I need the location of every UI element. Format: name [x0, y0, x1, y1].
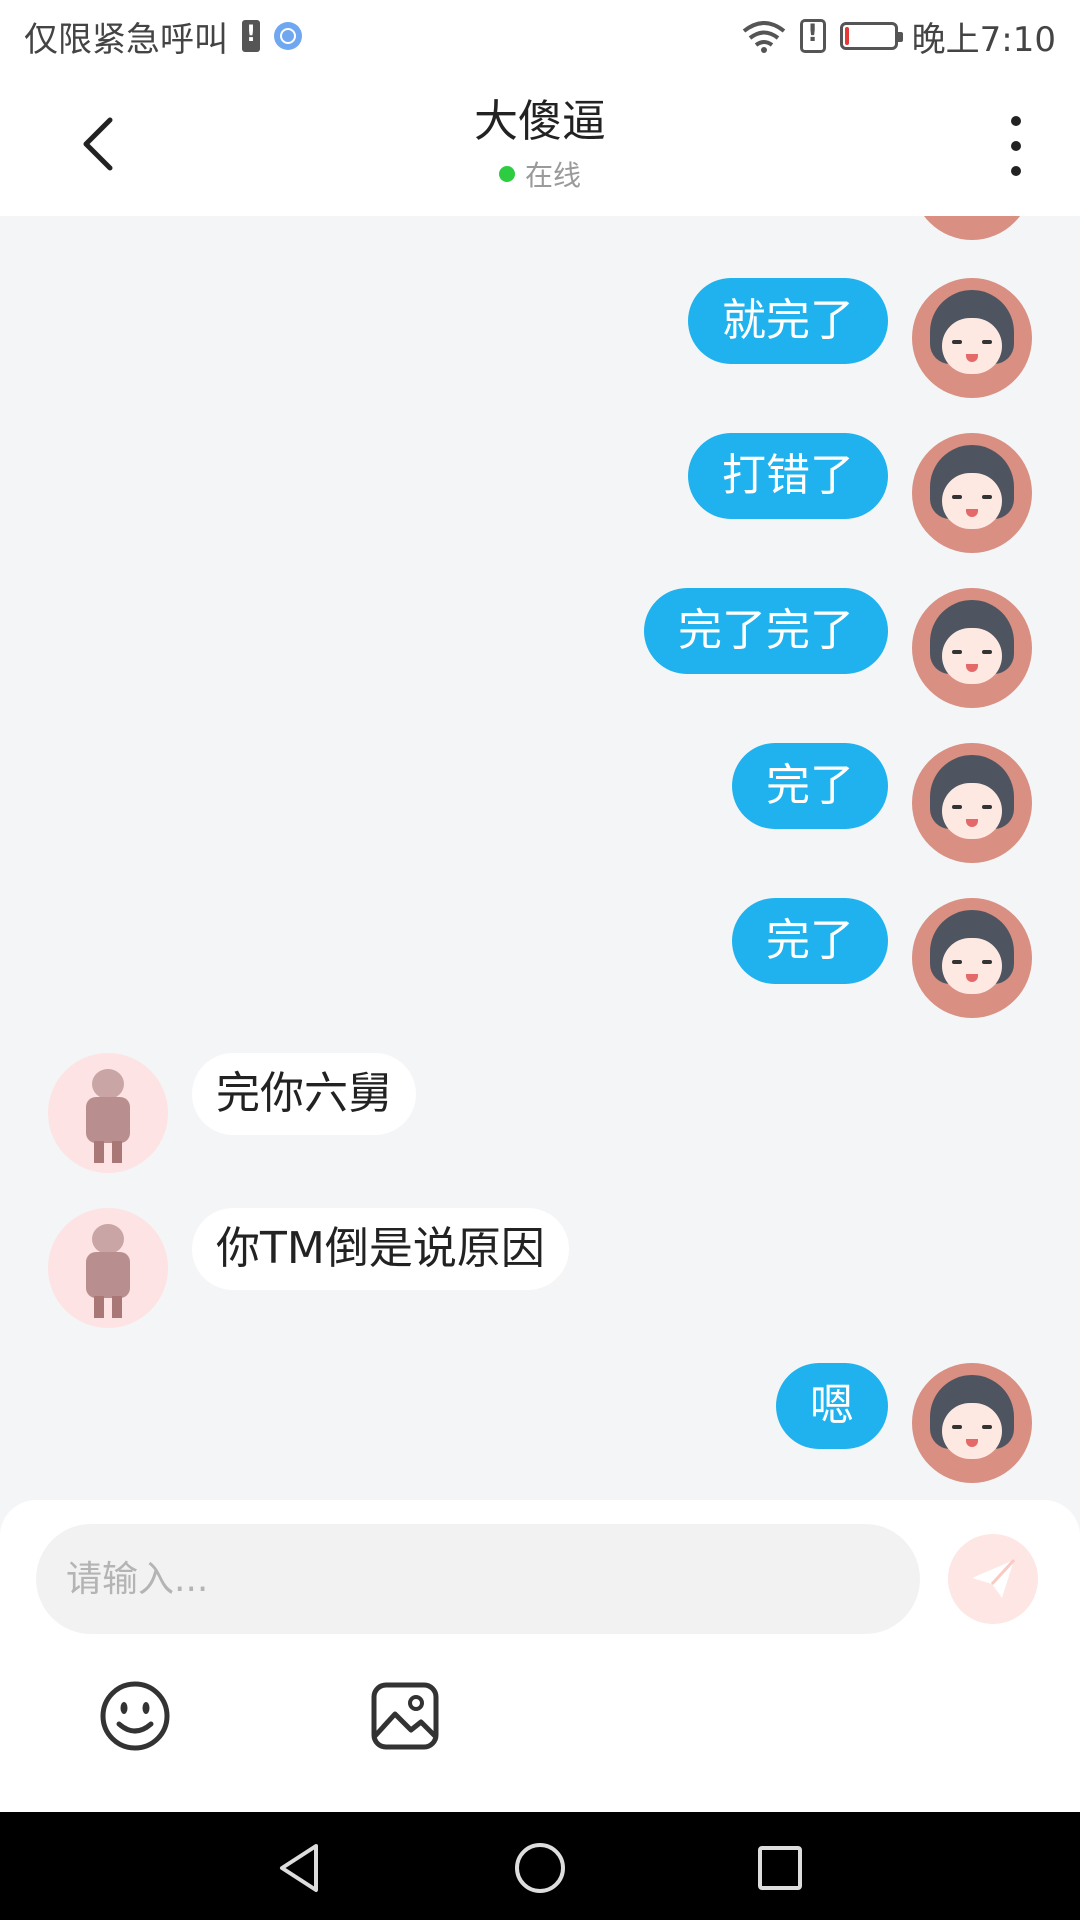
status-left: 仅限紧急呼叫: [24, 12, 302, 61]
image-button[interactable]: [369, 1680, 441, 1752]
message-row: 你TM倒是说原因: [0, 1208, 1080, 1328]
title-block: 大傻逼 在线: [0, 94, 1080, 194]
message-row: 完你六舅: [0, 1053, 1080, 1173]
emoji-button[interactable]: [99, 1680, 171, 1752]
message-row: 完了: [0, 743, 1080, 863]
paper-plane-icon: [972, 1558, 1016, 1598]
message-bubble[interactable]: 你TM倒是说原因: [192, 1208, 569, 1290]
avatar[interactable]: [912, 278, 1032, 398]
avatar[interactable]: [912, 433, 1032, 553]
message-row: 完了完了: [0, 588, 1080, 708]
emoji-icon: [100, 1681, 170, 1751]
message-row: 打错了: [0, 433, 1080, 553]
message-bubble[interactable]: 就完了: [688, 278, 888, 364]
online-dot-icon: [498, 166, 515, 182]
avatar[interactable]: [48, 1053, 168, 1173]
status-bar: 仅限紧急呼叫 晚上7:10: [0, 0, 1080, 72]
message-bubble[interactable]: 完了完了: [644, 588, 888, 674]
message-row: 嗯: [0, 1363, 1080, 1483]
nav-back-button[interactable]: [272, 1840, 328, 1896]
presence-label: 在线: [524, 159, 581, 192]
avatar[interactable]: [912, 1363, 1032, 1483]
sim-alert-icon: [242, 20, 260, 52]
avatar: [912, 216, 1032, 240]
back-triangle-icon: [280, 1844, 318, 1892]
status-right: 晚上7:10: [742, 12, 1056, 61]
avatar[interactable]: [912, 743, 1032, 863]
presence-status: 在线: [498, 154, 581, 194]
message-bubble[interactable]: 打错了: [688, 433, 888, 519]
recents-square-icon: [758, 1846, 802, 1890]
composer: [0, 1500, 1080, 1812]
battery-icon: [839, 22, 903, 50]
message-input[interactable]: [36, 1524, 920, 1634]
message-list[interactable]: 就完了 打错了 完了完了 完了 完了 完你六舅 你TM倒是说原因 嗯: [0, 216, 1080, 1500]
globe-icon: [274, 22, 302, 50]
chat-title: 大傻逼: [474, 96, 606, 147]
carrier-text: 仅限紧急呼叫: [24, 19, 228, 60]
message-row: 完了: [0, 898, 1080, 1018]
alert-icon: [799, 19, 826, 53]
battery-level: [844, 27, 849, 45]
more-menu-button[interactable]: [996, 116, 1036, 176]
more-vertical-icon: [1011, 116, 1021, 126]
message-row: 就完了: [0, 278, 1080, 398]
send-button[interactable]: [948, 1534, 1038, 1624]
avatar[interactable]: [912, 588, 1032, 708]
message-bubble[interactable]: 完了: [732, 898, 888, 984]
image-icon: [371, 1682, 439, 1750]
clock: 晚上7:10: [911, 19, 1056, 60]
nav-recents-button[interactable]: [752, 1840, 808, 1896]
avatar[interactable]: [912, 898, 1032, 1018]
home-circle-icon: [515, 1843, 565, 1893]
nav-home-button[interactable]: [512, 1840, 568, 1896]
chat-header: 大傻逼 在线: [0, 72, 1080, 216]
message-bubble[interactable]: 完了: [732, 743, 888, 829]
wifi-icon: [742, 21, 785, 53]
system-nav-bar: [0, 1812, 1080, 1920]
avatar[interactable]: [48, 1208, 168, 1328]
message-bubble[interactable]: 完你六舅: [192, 1053, 416, 1135]
message-bubble[interactable]: 嗯: [776, 1363, 888, 1449]
